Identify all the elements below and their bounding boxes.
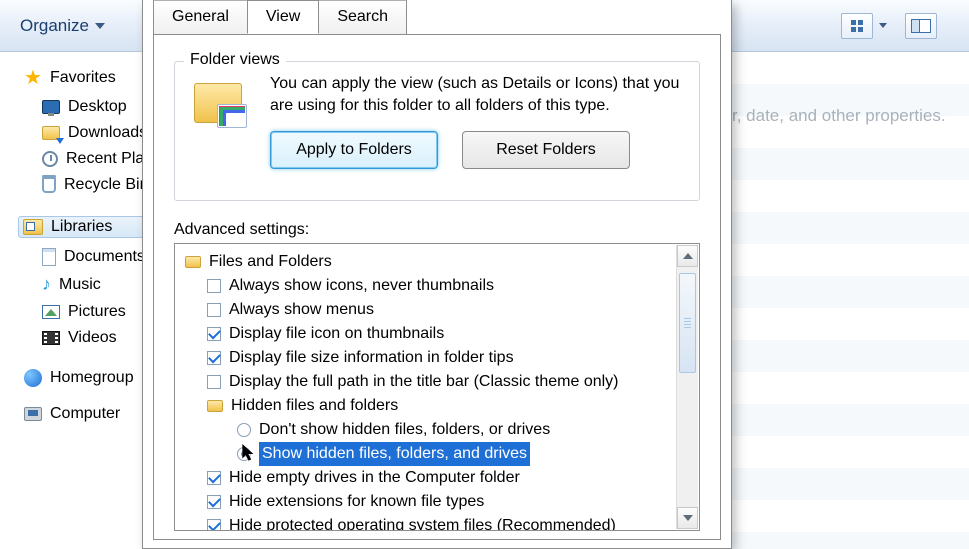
libraries-icon — [23, 219, 43, 235]
radio-icon — [237, 423, 251, 437]
pane-icon — [911, 19, 931, 33]
folder-options-dialog: General View Search Folder views You can… — [142, 0, 732, 549]
checkbox-icon — [207, 375, 221, 389]
setting-label: Hide empty drives in the Computer folder — [229, 466, 520, 490]
setting-checkbox[interactable]: Display the full path in the title bar (… — [181, 370, 699, 394]
folder-icon — [185, 256, 201, 268]
tree-root: Files and Folders — [181, 250, 699, 274]
chevron-down-icon — [95, 23, 105, 29]
tab-view[interactable]: View — [247, 0, 319, 34]
checkbox-icon — [207, 495, 221, 509]
column-hint-text: r, date, and other properties. — [732, 106, 946, 126]
setting-checkbox[interactable]: Hide empty drives in the Computer folder — [181, 466, 699, 490]
setting-label: Hide extensions for known file types — [229, 490, 484, 514]
setting-label: Display file size information in folder … — [229, 346, 514, 370]
setting-label: Hide protected operating system files (R… — [229, 514, 616, 531]
checkbox-icon — [207, 471, 221, 485]
folder-icon — [207, 400, 223, 412]
chevron-up-icon — [683, 253, 693, 259]
setting-checkbox[interactable]: Display file icon on thumbnails — [181, 322, 699, 346]
radio-icon — [237, 447, 251, 461]
thumbnails-icon — [851, 20, 863, 32]
organize-label: Organize — [20, 16, 89, 36]
setting-radio[interactable]: Show hidden files, folders, and drives — [181, 442, 699, 466]
homegroup-icon — [24, 369, 42, 387]
checkbox-icon — [207, 351, 221, 365]
organize-button[interactable]: Organize — [12, 12, 113, 40]
clock-icon — [42, 151, 58, 167]
music-icon: ♪ — [42, 274, 51, 295]
setting-label: Display file icon on thumbnails — [229, 322, 444, 346]
setting-radio[interactable]: Don't show hidden files, folders, or dri… — [181, 418, 699, 442]
folder-views-legend: Folder views — [184, 51, 286, 69]
scrollbar[interactable] — [676, 245, 698, 529]
scroll-down-button[interactable] — [677, 507, 698, 529]
chevron-down-icon — [683, 515, 693, 521]
setting-label: Display the full path in the title bar (… — [229, 370, 619, 394]
tab-general[interactable]: General — [153, 0, 248, 34]
checkbox-icon — [207, 303, 221, 317]
checkbox-icon — [207, 327, 221, 341]
apply-to-folders-button[interactable]: Apply to Folders — [270, 131, 438, 169]
setting-label: Always show icons, never thumbnails — [229, 274, 494, 298]
preview-pane-button[interactable] — [905, 13, 937, 39]
setting-checkbox[interactable]: Always show menus — [181, 298, 699, 322]
star-icon: ★ — [24, 68, 42, 88]
view-mode-button[interactable] — [841, 13, 887, 39]
dialog-tabs: General View Search — [153, 0, 406, 34]
folder-views-group: Folder views You can apply the view (suc… — [174, 51, 700, 201]
tree-group-hidden: Hidden files and folders — [181, 394, 699, 418]
folder-icon — [42, 126, 60, 140]
chevron-down-icon — [879, 23, 887, 28]
video-icon — [42, 331, 60, 345]
folder-views-icon — [194, 83, 242, 123]
picture-icon — [42, 305, 60, 319]
setting-checkbox[interactable]: Hide protected operating system files (R… — [181, 514, 699, 531]
document-icon — [42, 248, 56, 266]
monitor-icon — [42, 100, 60, 114]
setting-checkbox[interactable]: Display file size information in folder … — [181, 346, 699, 370]
folder-views-text: You can apply the view (such as Details … — [270, 73, 684, 117]
setting-checkbox[interactable]: Always show icons, never thumbnails — [181, 274, 699, 298]
setting-label: Always show menus — [229, 298, 374, 322]
reset-folders-button[interactable]: Reset Folders — [462, 131, 630, 169]
advanced-settings-list: Files and Folders Always show icons, nev… — [174, 243, 700, 531]
scroll-thumb[interactable] — [679, 273, 696, 373]
computer-icon — [24, 407, 42, 421]
setting-label: Show hidden files, folders, and drives — [259, 442, 530, 466]
checkbox-icon — [207, 519, 221, 531]
checkbox-icon — [207, 279, 221, 293]
advanced-settings-label: Advanced settings: — [174, 221, 309, 239]
tab-search[interactable]: Search — [318, 0, 407, 34]
setting-checkbox[interactable]: Hide extensions for known file types — [181, 490, 699, 514]
recycle-icon — [42, 177, 56, 193]
setting-label: Don't show hidden files, folders, or dri… — [259, 418, 550, 442]
scroll-up-button[interactable] — [677, 245, 698, 267]
